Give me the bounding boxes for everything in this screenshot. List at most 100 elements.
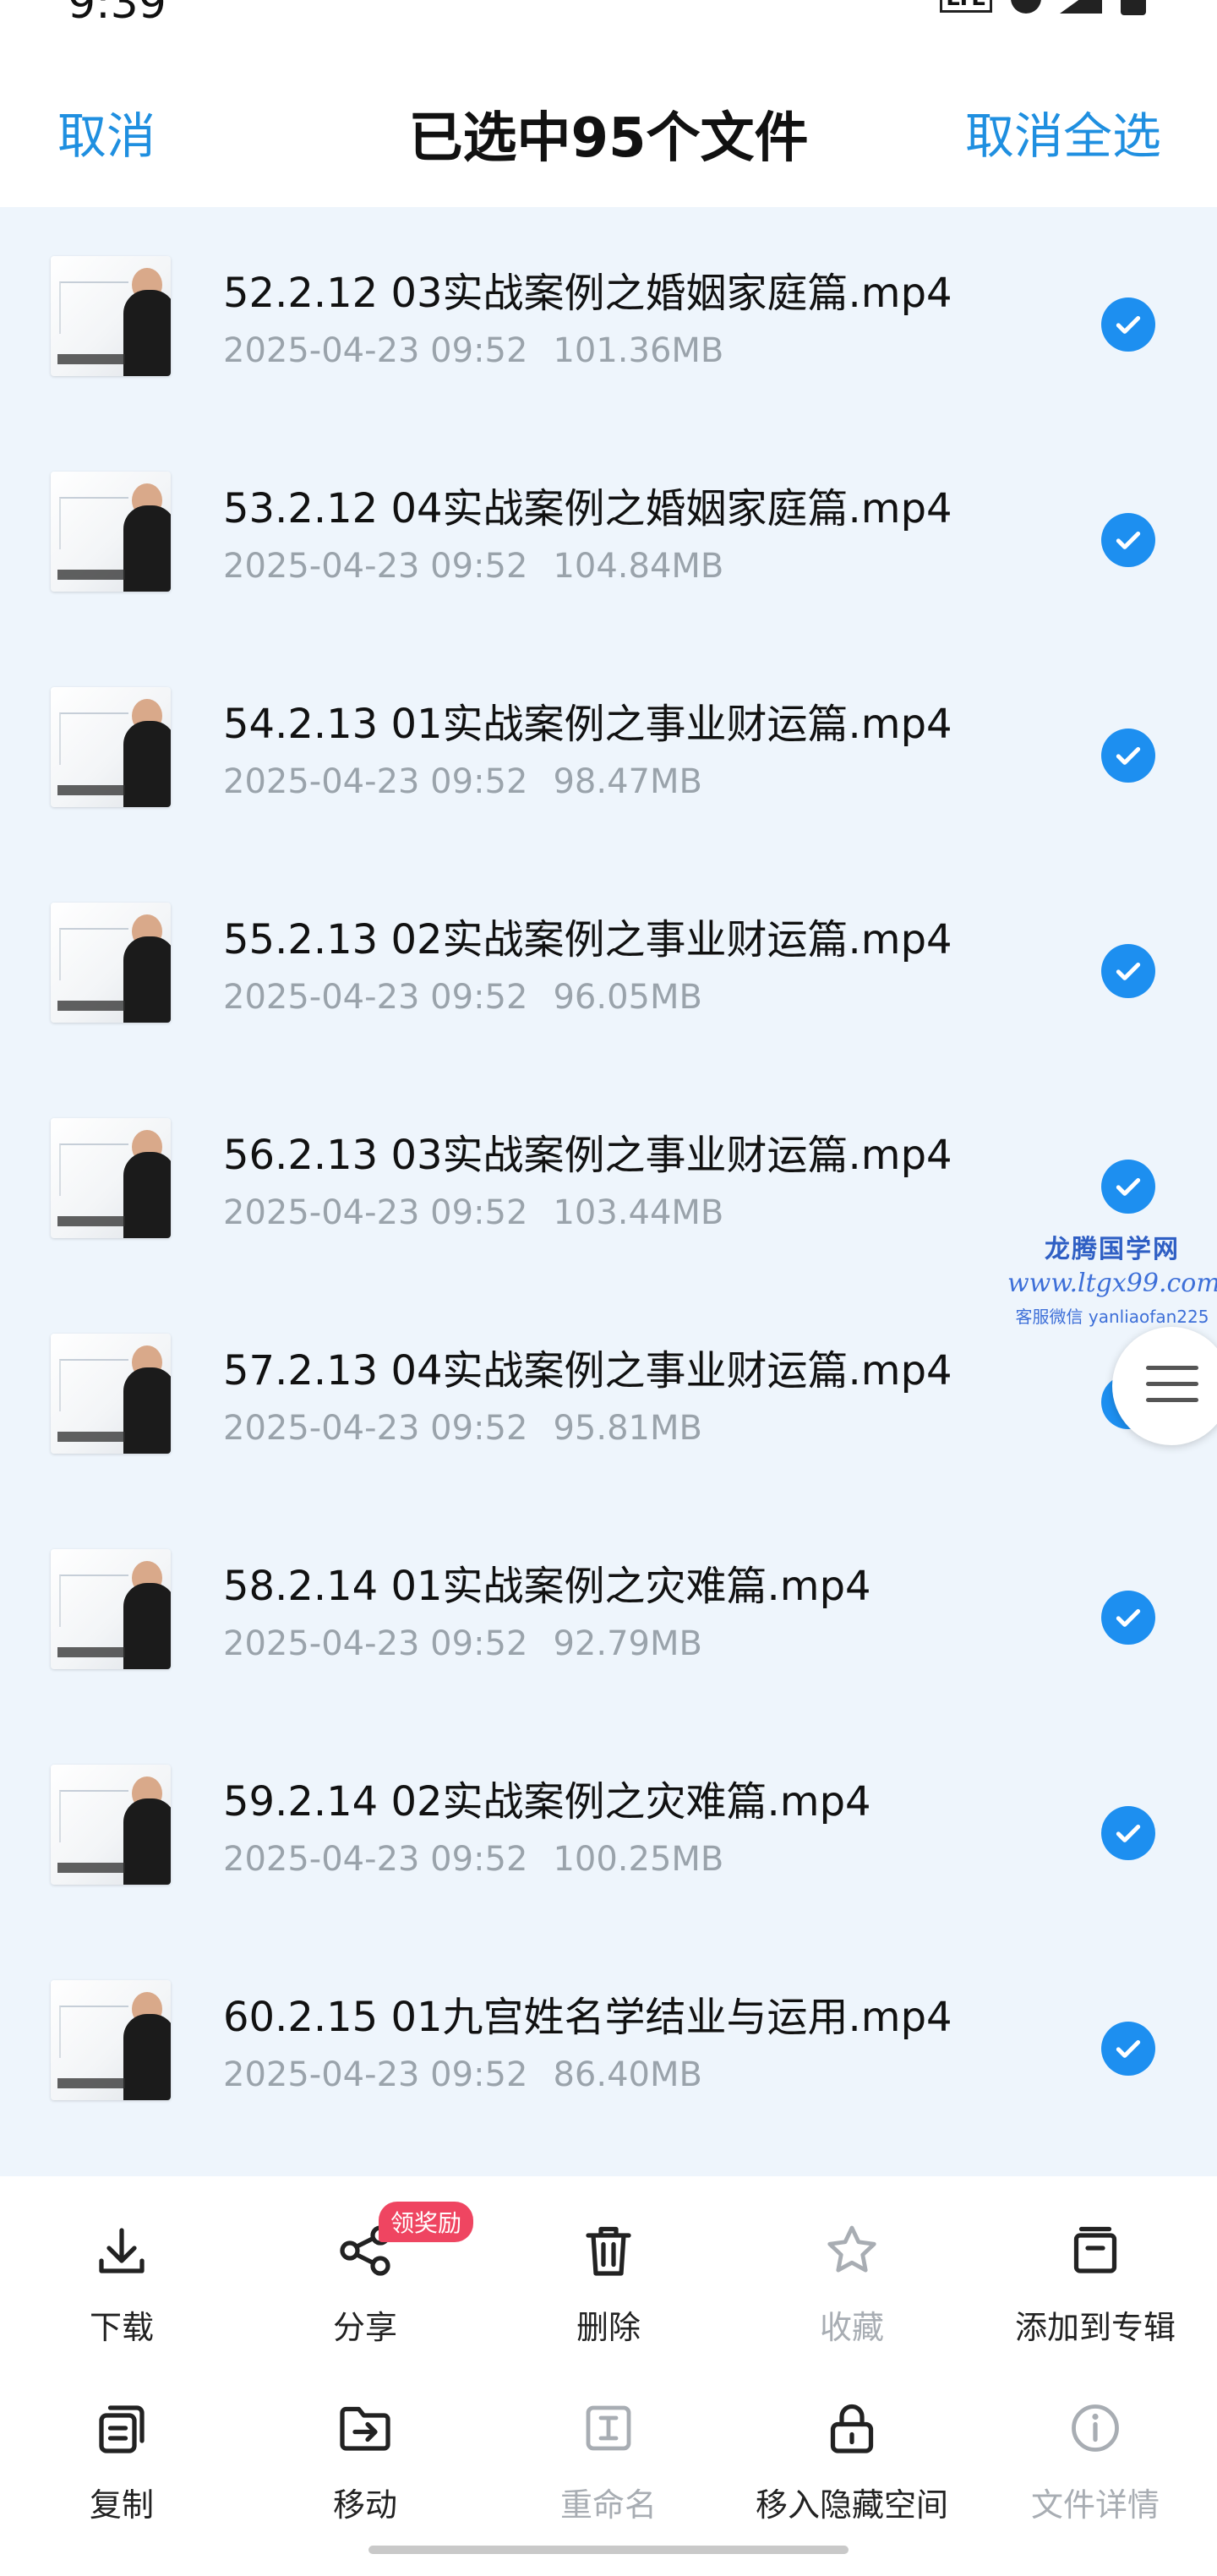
file-name: 52.2.12 03实战案例之婚姻家庭篇.mp4 <box>223 270 952 317</box>
download-label: 下载 <box>89 2309 154 2346</box>
favorite-button[interactable]: 收藏 <box>730 2202 974 2371</box>
move-label: 移动 <box>332 2486 397 2524</box>
watermark-title: 龙腾国学网 <box>1045 1235 1180 1264</box>
signal-icon <box>1060 0 1102 14</box>
file-row[interactable]: 52.2.12 03实战案例之婚姻家庭篇.mp4 2025-04-23 09:5… <box>0 207 1217 423</box>
file-date: 2025-04-23 09:52 <box>223 1624 528 1663</box>
file-date: 2025-04-23 09:52 <box>223 762 528 801</box>
star-icon <box>821 2220 882 2281</box>
rename-button[interactable]: 重命名 <box>487 2379 730 2548</box>
file-name: 56.2.13 03实战案例之事业财运篇.mp4 <box>223 1132 952 1179</box>
move-to-hidden-button[interactable]: 移入隐藏空间 <box>730 2379 974 2548</box>
unselect-all-button[interactable]: 取消全选 <box>965 96 1161 167</box>
move-icon <box>335 2398 396 2459</box>
trash-icon <box>578 2220 639 2281</box>
file-row[interactable]: 60.2.15 01九宫姓名学结业与运用.mp4 2025-04-23 09:5… <box>0 1931 1217 2147</box>
bottom-action-bar: 下载 领奖励 分享 删除 收藏 添加到专辑 复制 移动 重命名 移入隐藏空间 文… <box>0 2176 1217 2576</box>
file-name: 53.2.12 04实战案例之婚姻家庭篇.mp4 <box>223 485 952 532</box>
file-meta: 2025-04-23 09:52 100.25MB <box>223 1840 723 1879</box>
video-thumbnail <box>51 1334 171 1454</box>
delete-button[interactable]: 删除 <box>487 2202 730 2371</box>
checked-icon[interactable] <box>1101 1806 1155 1860</box>
file-meta: 2025-04-23 09:52 86.40MB <box>223 2055 702 2094</box>
file-meta: 2025-04-23 09:52 104.84MB <box>223 547 723 586</box>
move-to-hidden-label: 移入隐藏空间 <box>755 2486 948 2524</box>
checked-icon[interactable] <box>1101 2022 1155 2076</box>
copy-icon <box>91 2398 152 2459</box>
file-row[interactable]: 53.2.12 04实战案例之婚姻家庭篇.mp4 2025-04-23 09:5… <box>0 423 1217 638</box>
move-button[interactable]: 移动 <box>243 2379 487 2548</box>
file-size: 96.05MB <box>553 978 702 1017</box>
file-row[interactable]: 55.2.13 02实战案例之事业财运篇.mp4 2025-04-23 09:5… <box>0 854 1217 1069</box>
file-name: 60.2.15 01九宫姓名学结业与运用.mp4 <box>223 1994 952 2041</box>
action-row-1: 下载 领奖励 分享 删除 收藏 添加到专辑 <box>0 2202 1217 2371</box>
lock-icon <box>821 2398 882 2459</box>
add-to-album-label: 添加到专辑 <box>1014 2309 1176 2346</box>
file-date: 2025-04-23 09:52 <box>223 2055 528 2094</box>
reward-badge[interactable]: 领奖励 <box>379 2202 474 2242</box>
battery-icon <box>1121 0 1146 15</box>
video-thumbnail <box>51 687 171 807</box>
copy-label: 复制 <box>89 2486 154 2524</box>
file-date: 2025-04-23 09:52 <box>223 547 528 586</box>
add-to-album-button[interactable]: 添加到专辑 <box>974 2202 1217 2371</box>
video-thumbnail <box>51 256 171 376</box>
file-size: 95.81MB <box>553 1409 702 1448</box>
download-icon <box>91 2220 152 2281</box>
status-bar: 9:39 LTE <box>0 0 1217 34</box>
file-row[interactable]: 58.2.14 01实战案例之灾难篇.mp4 2025-04-23 09:52 9… <box>0 1500 1217 1716</box>
file-list: 52.2.12 03实战案例之婚姻家庭篇.mp4 2025-04-23 09:5… <box>0 207 1217 2147</box>
checked-icon[interactable] <box>1101 729 1155 783</box>
video-thumbnail <box>51 903 171 1023</box>
lte-indicator: LTE <box>940 0 992 13</box>
file-meta: 2025-04-23 09:52 96.05MB <box>223 978 702 1017</box>
video-thumbnail <box>51 1980 171 2100</box>
file-name: 58.2.14 01实战案例之灾难篇.mp4 <box>223 1563 871 1610</box>
file-date: 2025-04-23 09:52 <box>223 978 528 1017</box>
watermark-url: www.ltgx99.com <box>1007 1269 1217 1298</box>
checked-icon[interactable] <box>1101 513 1155 567</box>
checked-icon[interactable] <box>1101 297 1155 352</box>
copy-button[interactable]: 复制 <box>0 2379 243 2548</box>
file-meta: 2025-04-23 09:52 101.36MB <box>223 331 723 370</box>
home-indicator[interactable] <box>368 2546 849 2554</box>
video-thumbnail <box>51 1765 171 1885</box>
delete-label: 删除 <box>576 2309 641 2346</box>
file-row[interactable]: 59.2.14 02实战案例之灾难篇.mp4 2025-04-23 09:52 1… <box>0 1716 1217 1931</box>
video-thumbnail <box>51 1118 171 1238</box>
file-size: 98.47MB <box>553 762 702 801</box>
file-name: 55.2.13 02实战案例之事业财运篇.mp4 <box>223 916 952 963</box>
file-date: 2025-04-23 09:52 <box>223 331 528 370</box>
file-details-label: 文件详情 <box>1030 2486 1160 2524</box>
file-size: 100.25MB <box>553 1840 724 1879</box>
album-icon <box>1065 2220 1126 2281</box>
file-meta: 2025-04-23 09:52 92.79MB <box>223 1624 702 1663</box>
share-button[interactable]: 领奖励 分享 <box>243 2202 487 2371</box>
file-meta: 2025-04-23 09:52 98.47MB <box>223 762 702 801</box>
file-size: 101.36MB <box>553 331 724 370</box>
file-size: 86.40MB <box>553 2055 702 2094</box>
file-meta: 2025-04-23 09:52 103.44MB <box>223 1193 723 1232</box>
rename-icon <box>578 2398 639 2459</box>
download-button[interactable]: 下载 <box>0 2202 243 2371</box>
file-date: 2025-04-23 09:52 <box>223 1840 528 1879</box>
video-thumbnail <box>51 472 171 592</box>
file-details-button[interactable]: 文件详情 <box>974 2379 1217 2548</box>
file-size: 104.84MB <box>553 547 724 586</box>
favorite-label: 收藏 <box>819 2309 884 2346</box>
checked-icon[interactable] <box>1101 1591 1155 1645</box>
rename-label: 重命名 <box>559 2486 657 2524</box>
file-size: 92.79MB <box>553 1624 702 1663</box>
file-name: 59.2.14 02实战案例之灾难篇.mp4 <box>223 1778 871 1826</box>
checked-icon[interactable] <box>1101 944 1155 998</box>
file-name: 57.2.13 04实战案例之事业财运篇.mp4 <box>223 1347 952 1394</box>
selection-header: 取消 已选中95个文件 取消全选 <box>0 34 1217 207</box>
file-meta: 2025-04-23 09:52 95.81MB <box>223 1409 702 1448</box>
file-size: 103.44MB <box>553 1193 724 1232</box>
file-date: 2025-04-23 09:52 <box>223 1193 528 1232</box>
checked-icon[interactable] <box>1101 1160 1155 1214</box>
file-date: 2025-04-23 09:52 <box>223 1409 528 1448</box>
file-row[interactable]: 54.2.13 01实战案例之事业财运篇.mp4 2025-04-23 09:5… <box>0 638 1217 854</box>
video-thumbnail <box>51 1549 171 1669</box>
action-row-2: 复制 移动 重命名 移入隐藏空间 文件详情 <box>0 2379 1217 2548</box>
